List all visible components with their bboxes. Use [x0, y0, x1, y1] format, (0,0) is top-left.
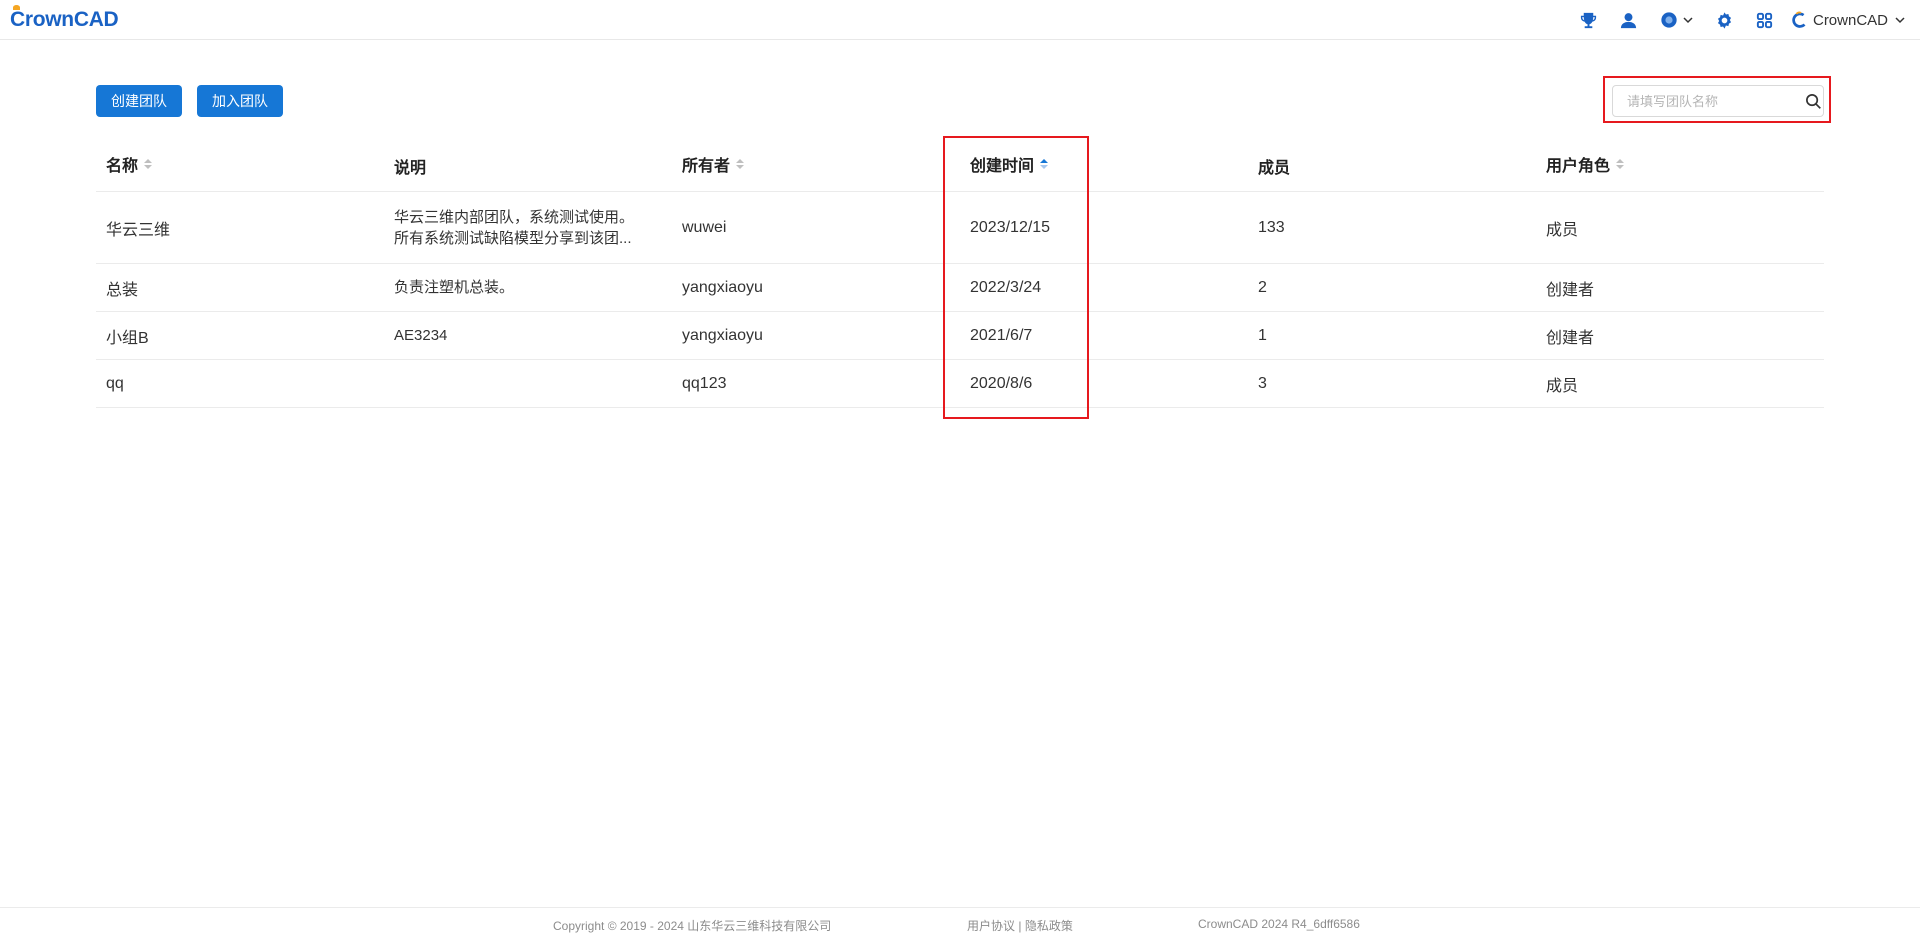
- cell-role: 创建者: [1546, 329, 1595, 347]
- cell-description: AE3234: [394, 327, 448, 344]
- column-label: 用户角色: [1546, 158, 1611, 175]
- team-search-input[interactable]: [1613, 86, 1803, 116]
- crowncad-logo[interactable]: CrownCAD: [10, 5, 119, 32]
- user-icon[interactable]: [1609, 0, 1649, 40]
- sort-icon[interactable]: [736, 159, 745, 169]
- column-header-members: 成员: [1248, 150, 1536, 178]
- copyright-text: Copyright © 2019 - 2024 山东华云三维科技有限公司: [553, 919, 832, 933]
- search-icon[interactable]: [1803, 86, 1823, 116]
- version-text: CrownCAD 2024 R4_6dff6586: [1198, 917, 1360, 931]
- apps-icon[interactable]: [1745, 0, 1785, 40]
- cell-role: 成员: [1546, 377, 1579, 395]
- column-label: 成员: [1258, 160, 1291, 177]
- privacy-policy-link[interactable]: 隐私政策: [1025, 919, 1073, 933]
- table-row[interactable]: qq qq123 2020/8/6 3 成员: [96, 360, 1824, 408]
- cell-role: 成员: [1546, 221, 1579, 239]
- header-actions: CrownCAD: [1569, 0, 1910, 40]
- logo-text: CrownCAD: [10, 5, 119, 31]
- column-label: 说明: [394, 160, 427, 177]
- cell-created: 2023/12/15: [970, 218, 1051, 236]
- footer: Copyright © 2019 - 2024 山东华云三维科技有限公司 用户协…: [0, 907, 1920, 937]
- sort-icon[interactable]: [1616, 159, 1625, 169]
- teams-table: 名称 说明 所有者 创建时间 成员 用户角色 华云三维 华云三维内部团队，系统测…: [96, 137, 1824, 408]
- settings-icon[interactable]: [1705, 0, 1745, 40]
- cell-name: 小组B: [106, 329, 149, 347]
- top-bar: CrownCAD CrownCAD: [0, 0, 1920, 40]
- create-team-button[interactable]: 创建团队: [96, 85, 182, 117]
- table-header: 名称 说明 所有者 创建时间 成员 用户角色: [96, 137, 1824, 192]
- cell-created: 2020/8/6: [970, 374, 1033, 392]
- cell-members: 3: [1258, 374, 1267, 392]
- cell-owner: wuwei: [682, 218, 727, 236]
- crowncad-account-icon: [1792, 11, 1806, 28]
- cell-owner: yangxiaoyu: [682, 326, 763, 344]
- cell-owner: qq123: [682, 374, 727, 392]
- account-name: CrownCAD: [1812, 11, 1888, 29]
- help-icon: [1661, 12, 1677, 28]
- table-row[interactable]: 华云三维 华云三维内部团队，系统测试使用。 所有系统测试缺陷模型分享到该团...…: [96, 192, 1824, 264]
- column-header-owner[interactable]: 所有者: [672, 152, 960, 176]
- cell-created: 2022/3/24: [970, 278, 1042, 296]
- cell-name: 总装: [106, 281, 139, 299]
- column-header-role[interactable]: 用户角色: [1536, 152, 1824, 176]
- user-agreement-link[interactable]: 用户协议: [967, 919, 1015, 933]
- table-row[interactable]: 小组B AE3234 yangxiaoyu 2021/6/7 1 创建者: [96, 312, 1824, 360]
- column-label: 名称: [106, 158, 139, 175]
- column-header-name[interactable]: 名称: [96, 152, 384, 176]
- cell-members: 1: [1258, 326, 1267, 344]
- join-team-button[interactable]: 加入团队: [197, 85, 283, 117]
- chevron-down-icon: [1683, 17, 1693, 24]
- cell-description: 负责注塑机总装。: [394, 279, 515, 296]
- column-label: 创建时间: [970, 158, 1035, 175]
- column-header-created[interactable]: 创建时间: [960, 152, 1248, 176]
- account-menu[interactable]: CrownCAD: [1785, 0, 1910, 40]
- trophy-icon[interactable]: [1569, 0, 1609, 40]
- footer-separator: |: [1018, 919, 1022, 933]
- cell-role: 创建者: [1546, 281, 1595, 299]
- help-menu[interactable]: [1649, 11, 1705, 29]
- sort-icon[interactable]: [144, 159, 153, 169]
- sort-ascending-icon[interactable]: [1040, 159, 1049, 169]
- cell-name: qq: [106, 374, 124, 392]
- chevron-down-icon: [1895, 17, 1905, 24]
- description-line: 所有系统测试缺陷模型分享到该团...: [394, 229, 632, 247]
- cell-created: 2021/6/7: [970, 326, 1033, 344]
- team-search: [1612, 85, 1824, 117]
- table-row[interactable]: 总装 负责注塑机总装。 yangxiaoyu 2022/3/24 2 创建者: [96, 264, 1824, 312]
- description-line: 华云三维内部团队，系统测试使用。: [394, 208, 635, 226]
- cell-members: 133: [1258, 218, 1285, 236]
- column-label: 所有者: [682, 158, 731, 175]
- cell-name: 华云三维: [106, 221, 171, 239]
- cell-owner: yangxiaoyu: [682, 278, 763, 296]
- column-header-description: 说明: [384, 150, 672, 178]
- footer-links: 用户协议 | 隐私政策: [967, 917, 1073, 934]
- cell-description: 华云三维内部团队，系统测试使用。 所有系统测试缺陷模型分享到该团...: [384, 207, 672, 249]
- cell-members: 2: [1258, 278, 1267, 296]
